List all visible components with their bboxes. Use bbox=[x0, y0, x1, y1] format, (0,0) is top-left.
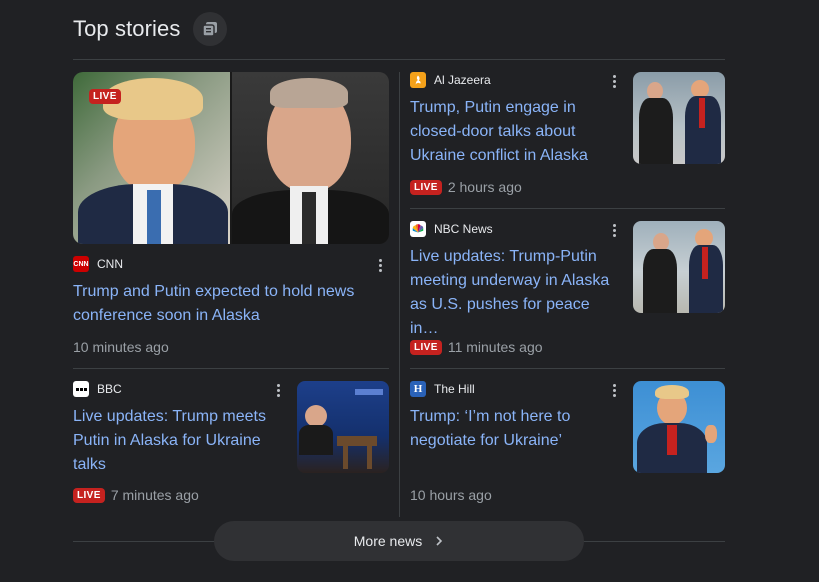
source-name: The Hill bbox=[434, 382, 475, 396]
top-stories-header: Top stories bbox=[73, 12, 227, 46]
story-meta: LIVE 11 minutes ago bbox=[410, 339, 543, 355]
source-aljazeera: Al Jazeera bbox=[410, 72, 491, 88]
story-meta: 10 hours ago bbox=[410, 487, 492, 503]
source-nbc: NBC News bbox=[410, 221, 493, 237]
story-time: 2 hours ago bbox=[447, 179, 522, 195]
source-name: NBC News bbox=[434, 222, 493, 236]
story-thumbnail[interactable] bbox=[633, 381, 725, 473]
collection-icon bbox=[202, 22, 217, 37]
story-thumbnail[interactable] bbox=[633, 221, 725, 313]
more-vert-icon[interactable] bbox=[612, 384, 616, 397]
source-name: BBC bbox=[97, 382, 122, 396]
header-divider bbox=[73, 59, 725, 60]
bbc-logo-icon bbox=[73, 381, 89, 397]
live-badge: LIVE bbox=[410, 339, 442, 355]
section-title: Top stories bbox=[73, 16, 181, 41]
more-vert-icon[interactable] bbox=[612, 224, 616, 237]
source-name: Al Jazeera bbox=[434, 73, 491, 87]
source-thehill: H The Hill bbox=[410, 381, 475, 397]
story-meta: 10 minutes ago bbox=[73, 339, 169, 355]
hero-image-right bbox=[232, 72, 389, 244]
nbc-logo-icon bbox=[410, 221, 426, 237]
story-time: 11 minutes ago bbox=[447, 339, 543, 355]
more-vert-icon[interactable] bbox=[276, 384, 280, 397]
story-thumbnail[interactable] bbox=[297, 381, 389, 473]
live-badge: LIVE bbox=[410, 179, 442, 195]
source-cnn: CNN CNN bbox=[73, 256, 123, 272]
more-news-button[interactable]: More news bbox=[214, 521, 584, 561]
story-meta: LIVE 7 minutes ago bbox=[73, 487, 199, 503]
more-vert-icon[interactable] bbox=[612, 75, 616, 88]
aljazeera-logo-icon bbox=[410, 72, 426, 88]
thehill-logo-icon: H bbox=[410, 381, 426, 397]
source-name: CNN bbox=[97, 257, 123, 271]
more-news-label: More news bbox=[353, 533, 423, 549]
more-vert-icon[interactable] bbox=[378, 259, 382, 272]
story-time: 10 hours ago bbox=[410, 487, 492, 503]
story-meta: LIVE 2 hours ago bbox=[410, 179, 522, 195]
right-row-divider-1 bbox=[410, 208, 725, 209]
left-row-divider bbox=[73, 368, 389, 369]
source-bbc: BBC bbox=[73, 381, 122, 397]
story-headline[interactable]: Trump and Putin expected to hold news co… bbox=[73, 280, 383, 328]
story-thumbnail[interactable] bbox=[633, 72, 725, 164]
chevron-right-icon bbox=[436, 536, 443, 546]
collection-button[interactable] bbox=[193, 12, 227, 46]
cnn-logo-icon: CNN bbox=[73, 256, 89, 272]
story-time: 10 minutes ago bbox=[73, 339, 169, 355]
story-headline[interactable]: Trump: ‘I’m not here to negotiate for Uk… bbox=[410, 405, 620, 453]
hero-image[interactable]: LIVE bbox=[73, 72, 389, 244]
story-headline[interactable]: Live updates: Trump-Putin meeting underw… bbox=[410, 245, 620, 341]
right-row-divider-2 bbox=[410, 368, 725, 369]
story-headline[interactable]: Trump, Putin engage in closed-door talks… bbox=[410, 96, 615, 168]
story-headline[interactable]: Live updates: Trump meets Putin in Alask… bbox=[73, 405, 283, 477]
live-badge: LIVE bbox=[89, 89, 121, 104]
story-time: 7 minutes ago bbox=[110, 487, 199, 503]
column-divider bbox=[399, 72, 400, 517]
live-badge: LIVE bbox=[73, 487, 105, 503]
